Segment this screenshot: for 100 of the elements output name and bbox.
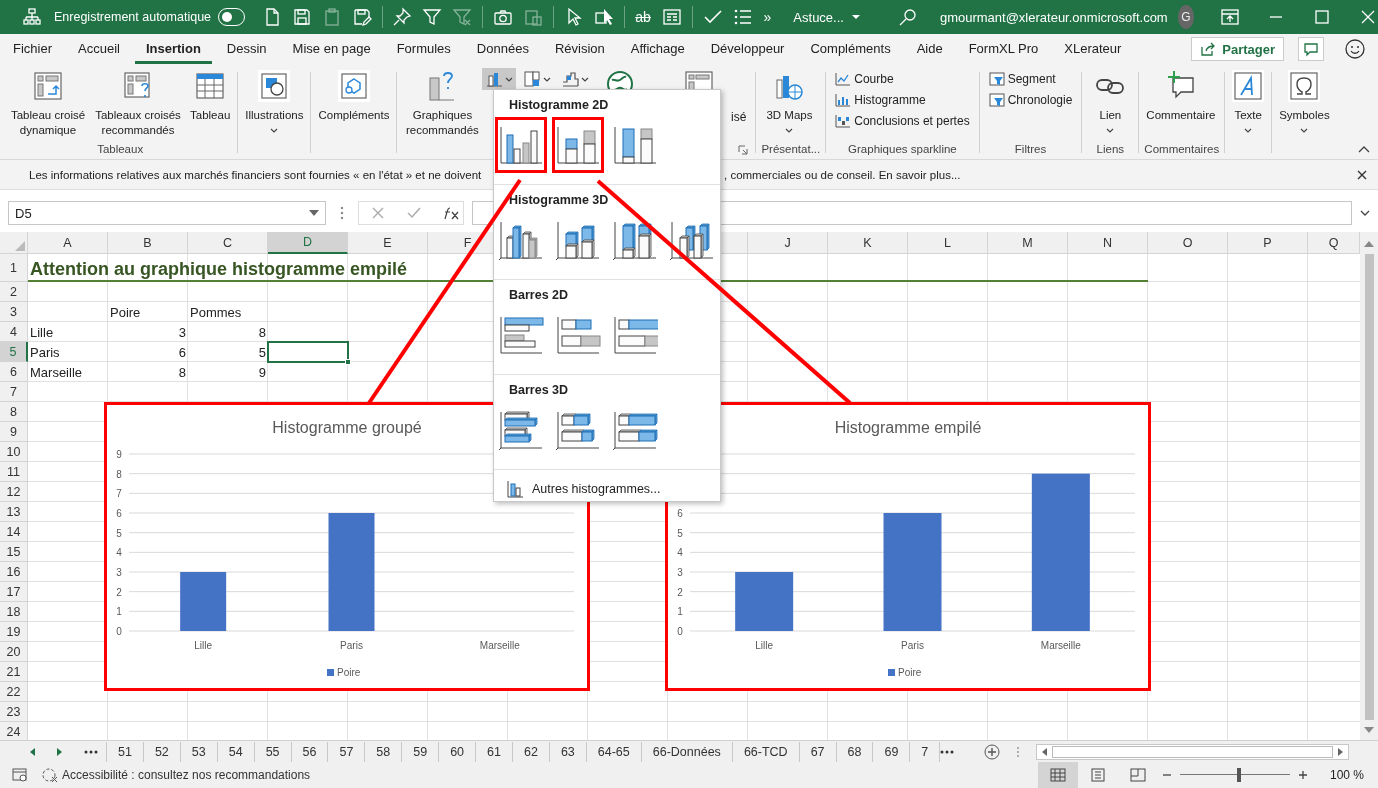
ribbon-button-label[interactable]: isé bbox=[731, 110, 747, 124]
filter-icon[interactable] bbox=[422, 7, 443, 27]
ribbon-tab[interactable]: Développeur bbox=[699, 34, 796, 64]
ribbon-button[interactable]: Tableaux croisés recommandés bbox=[88, 68, 188, 138]
previous-sheet-icon[interactable] bbox=[28, 746, 36, 757]
ribbon-button[interactable]: 3D Maps bbox=[761, 68, 818, 133]
sheet-tab[interactable]: 66-TCD bbox=[732, 741, 800, 762]
close-icon[interactable] bbox=[1356, 169, 1368, 181]
row-header[interactable]: 9 bbox=[0, 422, 28, 442]
function-icon[interactable] bbox=[443, 206, 461, 220]
row-header[interactable]: 2 bbox=[0, 282, 28, 302]
grip-icon[interactable] bbox=[1016, 745, 1021, 758]
strikethrough-button[interactable]: ab bbox=[635, 9, 651, 25]
scroll-left-icon[interactable] bbox=[1040, 746, 1049, 757]
sheet-tab[interactable]: 61 bbox=[476, 741, 513, 762]
ribbon-tab[interactable]: FormXL Pro bbox=[957, 34, 1050, 64]
row-header[interactable]: 4 bbox=[0, 322, 28, 342]
sheet-tab[interactable]: 64-65 bbox=[586, 741, 642, 762]
more-commands-button[interactable]: » bbox=[763, 9, 772, 25]
name-box[interactable]: D5 bbox=[8, 201, 326, 225]
ribbon-tab[interactable]: Formules bbox=[385, 34, 462, 64]
scroll-down-icon[interactable] bbox=[1364, 726, 1374, 734]
ribbon-button[interactable]: Graphiques recommandés bbox=[402, 68, 483, 138]
ribbon-button[interactable]: Segment bbox=[988, 70, 1073, 88]
row-header[interactable]: 20 bbox=[0, 642, 28, 662]
row-header[interactable]: 11 bbox=[0, 462, 28, 482]
column-header[interactable]: N bbox=[1068, 232, 1148, 254]
column-header[interactable]: J bbox=[748, 232, 828, 254]
zoom-in-icon[interactable] bbox=[1297, 770, 1308, 780]
expand-icon[interactable] bbox=[1360, 210, 1370, 216]
next-sheet-icon[interactable] bbox=[56, 746, 64, 757]
column-header[interactable]: Q bbox=[1308, 232, 1360, 254]
ribbon-tab[interactable]: Aide bbox=[905, 34, 954, 64]
list-icon[interactable] bbox=[732, 7, 753, 27]
row-header[interactable]: 14 bbox=[0, 522, 28, 542]
save-edit-icon[interactable] bbox=[351, 7, 372, 27]
ribbon-button[interactable]: Symboles bbox=[1277, 68, 1332, 133]
ribbon-tab[interactable]: Accueil bbox=[67, 34, 131, 64]
row-header[interactable]: 12 bbox=[0, 482, 28, 502]
ribbon-button[interactable]: Illustrations bbox=[243, 68, 306, 133]
row-header[interactable]: 3 bbox=[0, 302, 28, 322]
check-icon[interactable] bbox=[407, 206, 421, 220]
ribbon-button[interactable]: Tableau bbox=[188, 68, 233, 123]
column-header[interactable]: K bbox=[828, 232, 908, 254]
sheet-tab[interactable]: 68 bbox=[836, 741, 874, 762]
row-header[interactable]: 17 bbox=[0, 582, 28, 602]
row-header[interactable]: 1 bbox=[0, 254, 28, 282]
search-icon[interactable] bbox=[897, 7, 918, 27]
pin-icon[interactable] bbox=[392, 7, 413, 27]
share-button[interactable]: Partager bbox=[1191, 37, 1284, 61]
zoom-level[interactable]: 100 % bbox=[1329, 768, 1364, 782]
row-header[interactable]: 24 bbox=[0, 722, 28, 740]
column-header[interactable]: D bbox=[268, 232, 348, 254]
grip-icon[interactable] bbox=[340, 206, 344, 220]
ribbon-tab[interactable]: Révision bbox=[543, 34, 616, 64]
sheet-tab[interactable]: 62 bbox=[512, 741, 550, 762]
ribbon-tab[interactable]: XLerateur bbox=[1053, 34, 1133, 64]
camera-icon[interactable] bbox=[492, 7, 513, 27]
ribbon-tab[interactable]: Compléments bbox=[799, 34, 902, 64]
macro-record-icon[interactable] bbox=[12, 768, 28, 782]
ribbon-tab[interactable]: Données bbox=[465, 34, 540, 64]
horizontal-scrollbar[interactable] bbox=[1036, 743, 1350, 760]
sheet-tab[interactable]: 67 bbox=[799, 741, 837, 762]
scroll-up-icon[interactable] bbox=[1364, 240, 1374, 248]
ribbon-button[interactable]: Commentaire bbox=[1144, 68, 1218, 123]
accessibility-status[interactable]: Accessibilité : consultez nos recommandations bbox=[62, 768, 311, 782]
column-header[interactable]: L bbox=[908, 232, 988, 254]
comments-button[interactable] bbox=[1298, 37, 1324, 61]
save-icon[interactable] bbox=[291, 7, 312, 27]
ribbon-button[interactable]: Compléments bbox=[316, 68, 392, 123]
ribbon-tab[interactable]: Mise en page bbox=[281, 34, 382, 64]
ribbon-button[interactable]: Histogramme bbox=[835, 91, 970, 109]
more-sheets-icon[interactable] bbox=[940, 749, 955, 754]
column-header[interactable]: P bbox=[1228, 232, 1308, 254]
sheet-tab[interactable]: 59 bbox=[402, 741, 440, 762]
row-header[interactable]: 13 bbox=[0, 502, 28, 522]
ribbon-button[interactable]: Chronologie bbox=[988, 91, 1073, 109]
sheet-tab[interactable]: 58 bbox=[365, 741, 403, 762]
sheet-tab[interactable]: 7 bbox=[910, 741, 941, 762]
ribbon-tab[interactable]: Affichage bbox=[619, 34, 696, 64]
scroll-thumb[interactable] bbox=[1052, 745, 1334, 758]
dialog-launcher-icon[interactable] bbox=[738, 145, 749, 155]
zoom-slider-thumb[interactable] bbox=[1237, 768, 1242, 782]
ribbon-display-icon[interactable] bbox=[1220, 7, 1241, 27]
row-header[interactable]: 7 bbox=[0, 382, 28, 402]
row-header[interactable]: 16 bbox=[0, 562, 28, 582]
collapse-ribbon-icon[interactable] bbox=[1358, 145, 1370, 153]
selected-cell[interactable] bbox=[267, 341, 349, 363]
ribbon-button[interactable]: Tableau croisé dynamique bbox=[8, 68, 88, 138]
caret-icon[interactable] bbox=[309, 210, 319, 216]
sheet-tab[interactable]: 54 bbox=[217, 741, 255, 762]
ribbon-tab[interactable]: Dessin bbox=[215, 34, 278, 64]
column-header[interactable]: M bbox=[988, 232, 1068, 254]
scroll-thumb[interactable] bbox=[1364, 254, 1374, 720]
accessibility-icon[interactable] bbox=[42, 767, 58, 783]
add-sheet-icon[interactable] bbox=[984, 743, 1001, 760]
row-header[interactable]: 5 bbox=[0, 342, 28, 362]
hierarchy-icon[interactable] bbox=[22, 7, 42, 27]
ribbon-button[interactable]: Lien bbox=[1087, 68, 1134, 133]
sheet-tab[interactable]: 52 bbox=[143, 741, 181, 762]
